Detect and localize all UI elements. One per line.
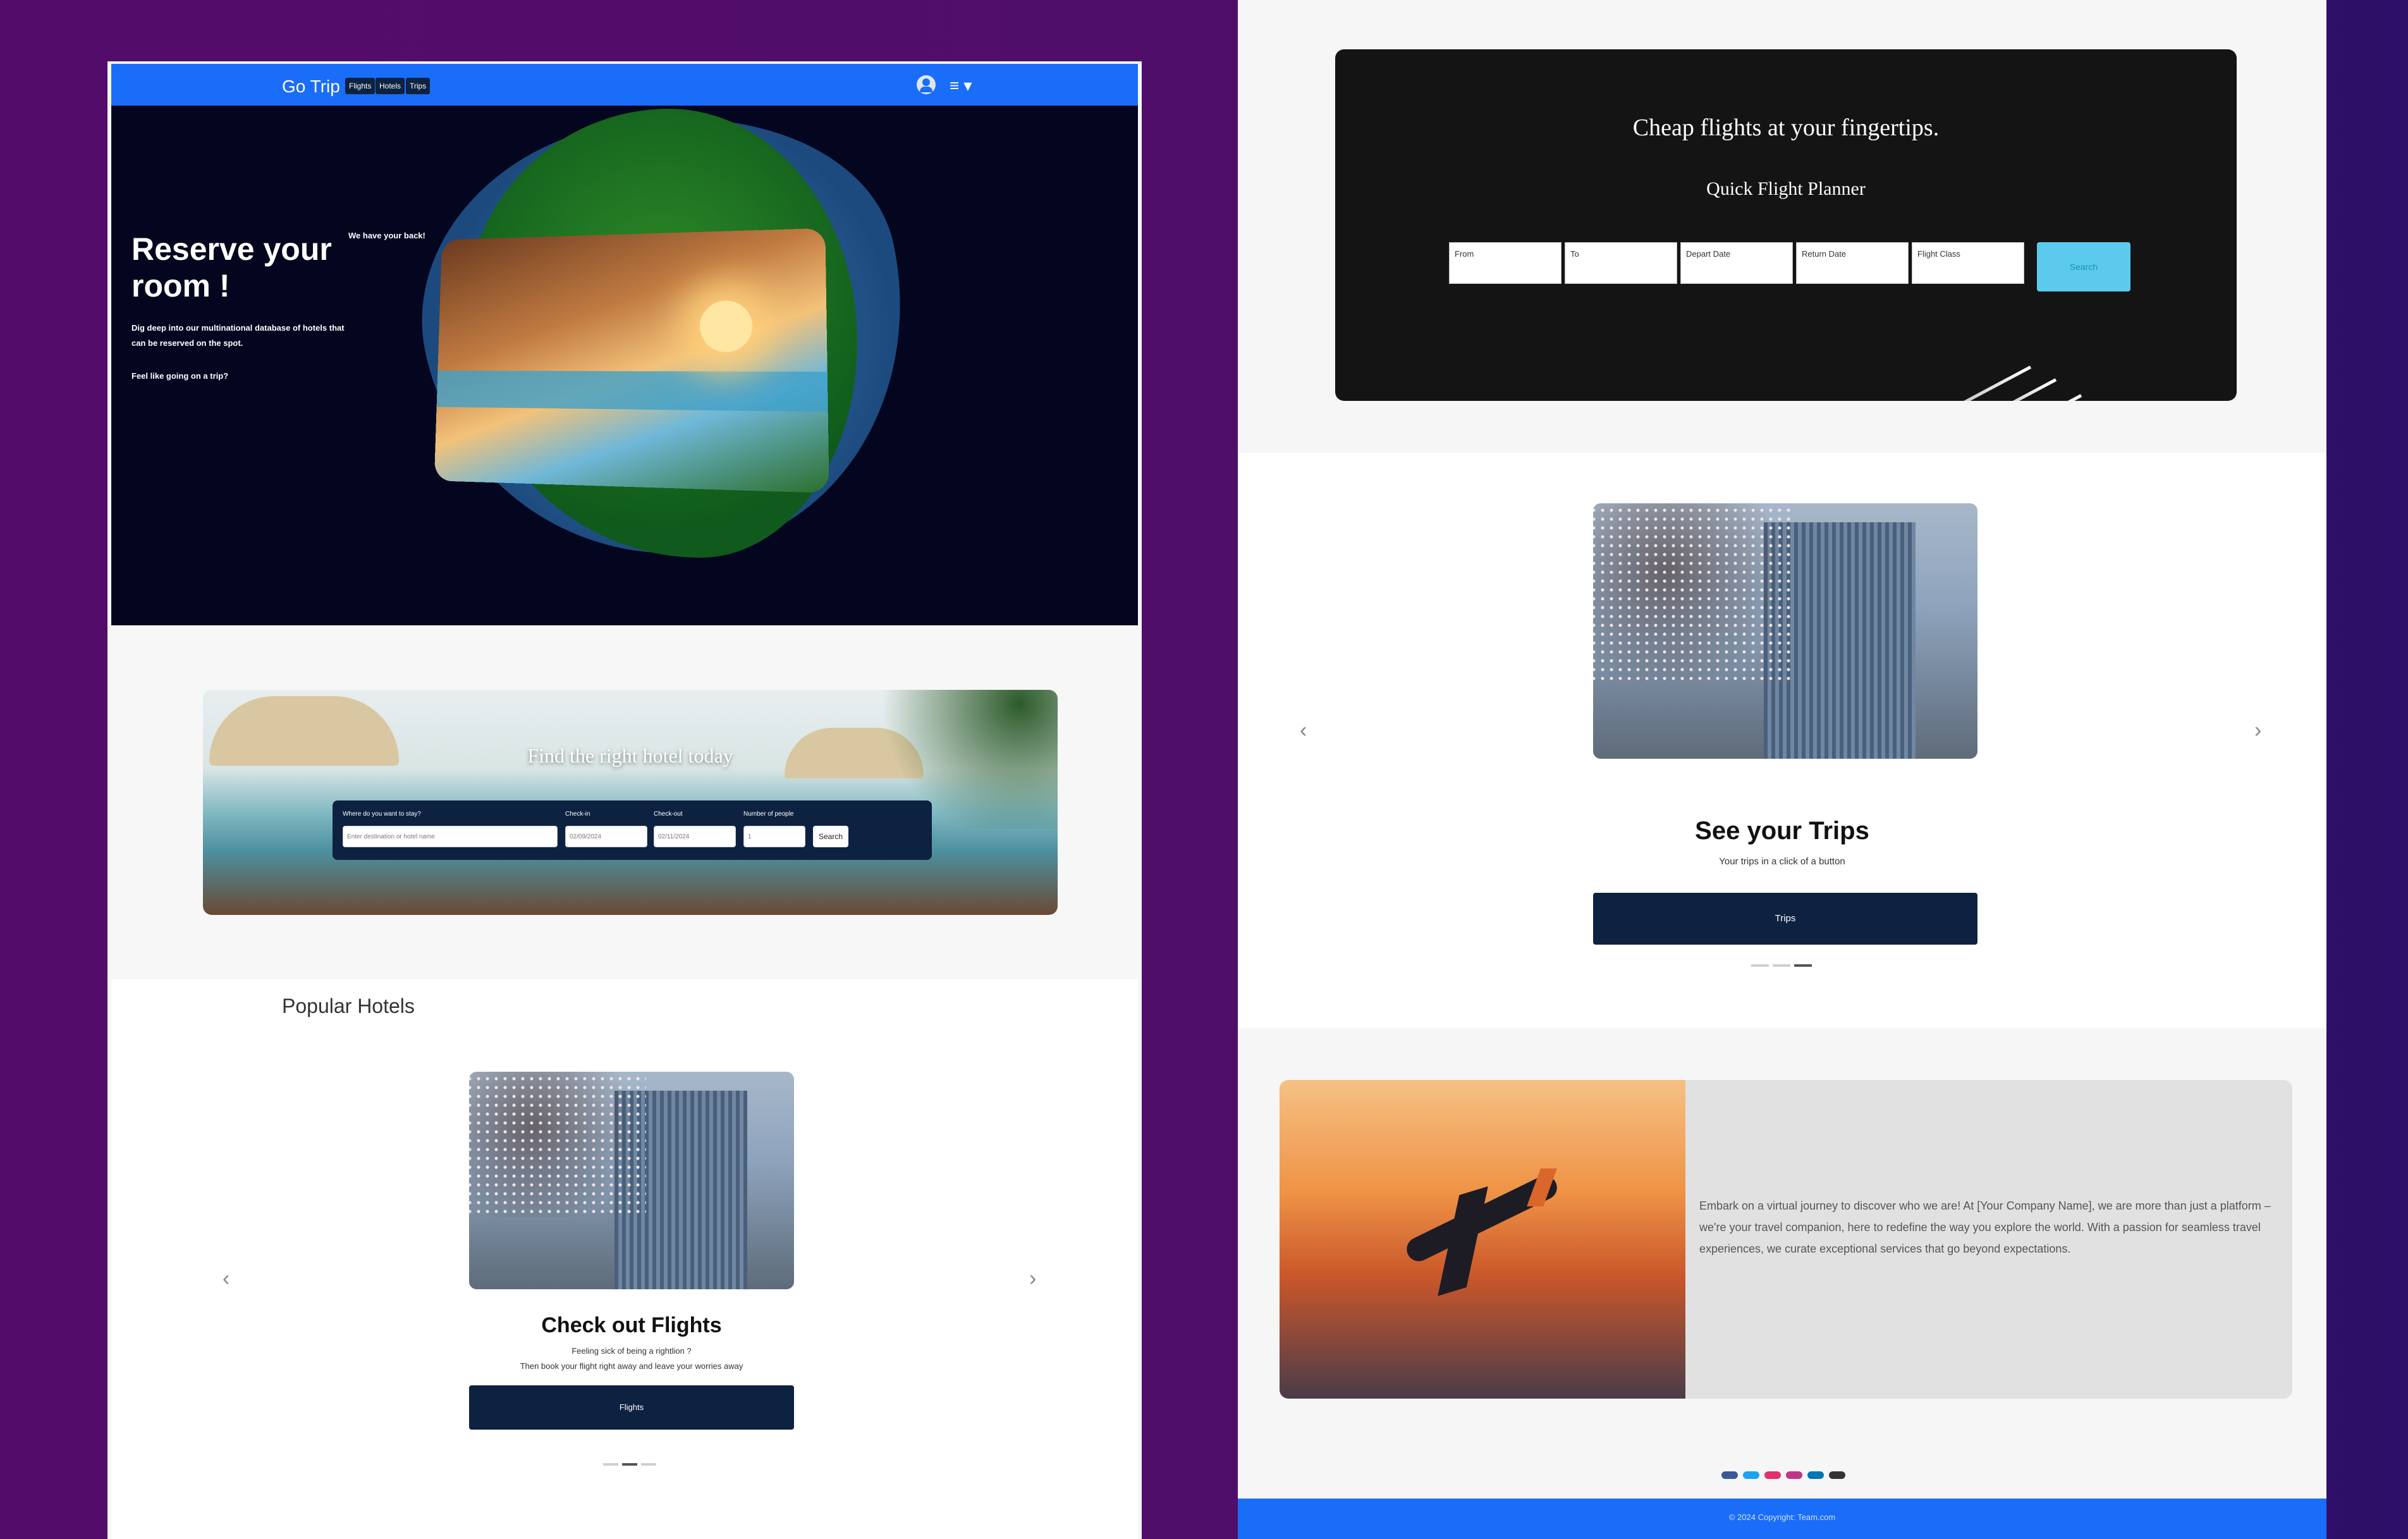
checkin-date-input[interactable]: 02/09/2024 [565,826,647,847]
people-label: Number of people [743,811,794,818]
slide-text-line-2: Then book your flight right away and lea… [520,1361,743,1371]
navbar: Go Trip Flights Hotels Trips ≡ ▾ [111,64,1138,106]
contrail-1 [1739,365,2032,401]
brand-logo[interactable]: Go Trip [282,77,340,97]
trips-button[interactable]: Trips [1593,893,1977,945]
social-icon-4[interactable] [1786,1471,1802,1479]
flight-planner-subtitle: Quick Flight Planner [1706,178,1866,199]
carousel-dot-1[interactable] [603,1463,618,1466]
social-icon-3[interactable] [1764,1471,1781,1479]
social-icon-6[interactable] [1829,1471,1845,1479]
trips-dot-1[interactable] [1751,964,1769,967]
user-icon[interactable] [917,75,936,94]
trips-dot-2[interactable] [1773,964,1790,967]
carousel-next-arrow[interactable]: › [1029,1266,1036,1291]
social-links [1721,1471,1850,1479]
flight-planner-section: Cheap flights at your fingertips. Quick … [1238,0,2326,453]
trips-carousel-indicators [1751,959,1816,967]
slide-text-line-1: Feeling sick of being a rightlion ? [571,1346,692,1356]
trips-hotel-image [1593,503,1977,759]
hotel-search-button[interactable]: Search [813,826,848,847]
flights-button[interactable]: Flights [469,1385,794,1430]
cherry-blossom-branches [469,1072,646,1217]
about-text: Embark on a virtual journey to discover … [1699,1199,2271,1255]
home-page-bottom-screenshot: Cheap flights at your fingertips. Quick … [1238,0,2326,1539]
hero-prompt: Feel like going on a trip? [131,371,229,381]
nav-link-hotels[interactable]: Hotels [376,78,405,94]
hero-section: Reserve your room ! Dig deep into our mu… [111,106,1138,625]
hero-description: Dig deep into our multinational database… [131,323,345,348]
trips-prev-arrow[interactable]: ‹ [1300,718,1307,743]
contrail-2 [1820,378,2057,401]
hotel-search-banner: Find the right hotel today Where do you … [203,690,1058,915]
flight-class-input[interactable]: Flight Class [1912,242,2024,284]
social-icon-2[interactable] [1743,1471,1759,1479]
trips-cherry-blossom [1593,503,1795,680]
trips-dot-3[interactable] [1794,964,1812,967]
hero-resort-image [434,228,829,493]
destination-input[interactable]: Enter destination or hotel name [343,826,558,847]
hero-image-sea [436,371,828,412]
trips-subtitle: Your trips in a click of a button [1719,856,1845,867]
carousel-prev-arrow[interactable]: ‹ [223,1266,229,1291]
social-icon-1[interactable] [1721,1471,1738,1479]
carousel-dot-3[interactable] [641,1463,656,1466]
about-section: Embark on a virtual journey to discover … [1238,1028,2326,1499]
carousel-dot-2[interactable] [622,1463,637,1466]
hero-title: Reserve your room ! [131,231,332,304]
footer: © 2024 Copyright: Team.com [1238,1499,2326,1539]
hotel-search-section: Find the right hotel today Where do you … [111,625,1138,979]
trips-carousel-section: ‹ › See your Trips Your trips in a click… [1238,453,2326,1028]
trips-heading: See your Trips [1695,817,1869,845]
flight-search-button[interactable]: Search [2037,242,2130,291]
about-card: Embark on a virtual journey to discover … [1280,1080,2292,1399]
trips-next-arrow[interactable]: › [2254,718,2261,743]
hotel-search-form: Where do you want to stay? Check-in Chec… [333,800,932,860]
from-input[interactable]: From [1449,242,1562,284]
menu-icon[interactable]: ≡ ▾ [950,77,972,94]
home-page-top-screenshot: Go Trip Flights Hotels Trips ≡ ▾ Reserve… [107,61,1142,1539]
flight-planner-card: Cheap flights at your fingertips. Quick … [1335,49,2237,401]
to-input[interactable]: To [1565,242,1677,284]
social-icon-5[interactable] [1807,1471,1824,1479]
return-date-input[interactable]: Return Date [1796,242,1909,284]
flight-planner-title: Cheap flights at your fingertips. [1632,114,1940,141]
checkout-label: Check-out [654,811,683,818]
popular-hotels-title: Popular Hotels [282,995,415,1017]
slide-heading-flights: Check out Flights [541,1313,722,1337]
hero-image-sun [700,300,753,352]
destination-label: Where do you want to stay? [343,811,421,818]
hotel-banner-title: Find the right hotel today [527,744,733,767]
nav-link-flights[interactable]: Flights [345,78,376,94]
airplane-sunset-image [1280,1080,1685,1399]
checkout-date-input[interactable]: 02/11/2024 [654,826,736,847]
nav-link-trips[interactable]: Trips [406,78,431,94]
carousel-indicators [603,1457,660,1466]
popular-hotels-section: Popular Hotels ‹ › Check out Flights Fee… [111,979,1138,1539]
checkin-label: Check-in [565,811,590,818]
people-input[interactable]: 1 [743,826,805,847]
hero-tagline: We have your back! [348,231,425,240]
hotel-tower-image [469,1072,794,1289]
depart-date-input[interactable]: Depart Date [1680,242,1793,284]
footer-copyright: © 2024 Copyright: Team.com [1728,1512,1836,1522]
